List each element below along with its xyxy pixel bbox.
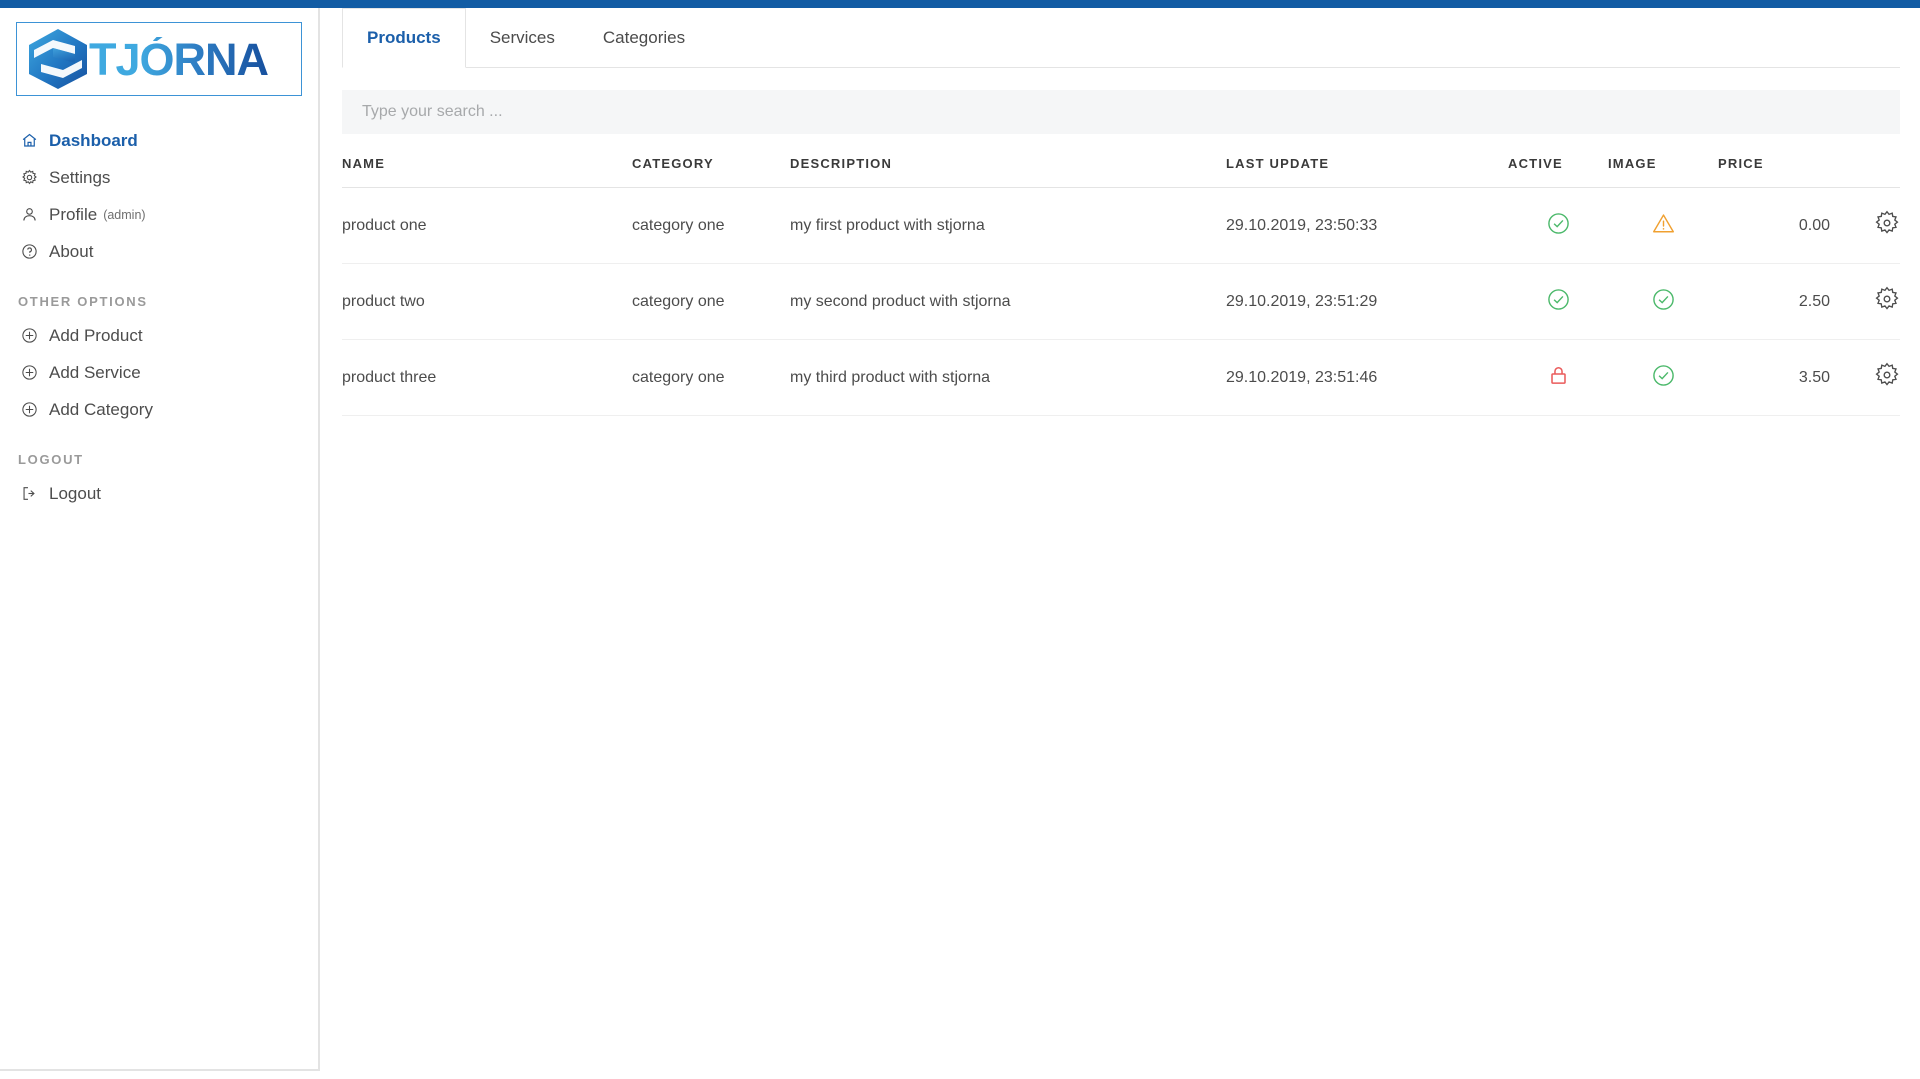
cell-category: category one — [632, 339, 790, 416]
sidebar-item-add-service[interactable]: Add Service — [0, 354, 318, 391]
cell-actions — [1830, 187, 1900, 264]
tab-products[interactable]: Products — [342, 8, 466, 68]
app-logo[interactable]: TJÓRNA — [16, 22, 302, 96]
top-accent-bar — [0, 0, 1920, 8]
sidebar-item-label: Profile — [49, 204, 98, 224]
cell-price: 0.00 — [1718, 187, 1830, 264]
sidebar-item-settings[interactable]: Settings — [0, 159, 318, 196]
stjorna-hexagon-logo-icon — [23, 27, 93, 91]
sidebar-item-profile-role: (admin) — [103, 207, 146, 222]
column-header-name[interactable]: NAME — [342, 156, 632, 188]
sidebar-nav: Dashboard Settings Profile (admin) About… — [0, 122, 318, 512]
column-header-description[interactable]: DESCRIPTION — [790, 156, 1226, 188]
home-icon — [18, 131, 40, 151]
plus-circle-icon — [18, 363, 40, 383]
cell-image — [1608, 339, 1718, 416]
cell-last-update: 29.10.2019, 23:51:46 — [1226, 339, 1508, 416]
sidebar-item-label: Settings — [49, 167, 111, 187]
cell-image — [1608, 263, 1718, 340]
sidebar-item-add-category[interactable]: Add Category — [0, 391, 318, 428]
search-bar — [322, 68, 1920, 134]
tab-categories[interactable]: Categories — [579, 8, 709, 68]
column-header-image[interactable]: IMAGE — [1608, 156, 1718, 188]
row-settings-button[interactable] — [1874, 362, 1900, 388]
tab-services[interactable]: Services — [466, 8, 579, 68]
cell-name: product two — [342, 263, 632, 340]
cell-last-update: 29.10.2019, 23:50:33 — [1226, 187, 1508, 264]
row-settings-button[interactable] — [1874, 210, 1900, 236]
cell-category: category one — [632, 187, 790, 264]
question-circle-icon — [18, 242, 40, 262]
sidebar-item-label: Logout — [49, 483, 101, 503]
cell-image — [1608, 187, 1718, 264]
sidebar-item-label: Add Category — [49, 399, 153, 419]
products-table: NAME CATEGORY DESCRIPTION LAST UPDATE AC… — [342, 156, 1900, 416]
column-header-last-update[interactable]: LAST UPDATE — [1226, 156, 1508, 188]
column-header-actions — [1830, 156, 1900, 188]
products-table-container: NAME CATEGORY DESCRIPTION LAST UPDATE AC… — [322, 134, 1920, 416]
cell-active — [1508, 339, 1608, 416]
sign-out-icon — [18, 484, 40, 504]
cell-actions — [1830, 339, 1900, 416]
user-icon — [18, 205, 40, 225]
plus-circle-icon — [18, 400, 40, 420]
sidebar-item-label: Add Service — [49, 362, 141, 382]
check-circle-icon — [1547, 212, 1570, 235]
sidebar-item-label: Add Product — [49, 325, 143, 345]
gear-icon — [18, 168, 40, 188]
sidebar-item-logout[interactable]: Logout — [0, 475, 318, 512]
warning-triangle-icon — [1652, 212, 1675, 235]
plus-circle-icon — [18, 326, 40, 346]
column-header-active[interactable]: ACTIVE — [1508, 156, 1608, 188]
lock-icon — [1548, 364, 1569, 387]
check-circle-icon — [1652, 364, 1675, 387]
table-row[interactable]: product two category one my second produ… — [342, 263, 1900, 340]
cell-active — [1508, 263, 1608, 340]
cell-name: product one — [342, 187, 632, 264]
sidebar-section-logout: LOGOUT — [18, 452, 84, 467]
cell-description: my third product with stjorna — [790, 339, 1226, 416]
cell-category: category one — [632, 263, 790, 340]
tab-bar: Products Services Categories — [322, 8, 1920, 68]
column-header-category[interactable]: CATEGORY — [632, 156, 790, 188]
sidebar: TJÓRNA Dashboard Settings Profile (admin… — [0, 8, 320, 1071]
app-logo-text: TJÓRNA — [89, 33, 269, 85]
sidebar-item-add-product[interactable]: Add Product — [0, 317, 318, 354]
search-input[interactable] — [342, 90, 1900, 134]
cell-price: 3.50 — [1718, 339, 1830, 416]
sidebar-item-dashboard[interactable]: Dashboard — [0, 122, 318, 159]
table-header-row: NAME CATEGORY DESCRIPTION LAST UPDATE AC… — [342, 156, 1900, 188]
check-circle-icon — [1652, 288, 1675, 311]
table-row[interactable]: product three category one my third prod… — [342, 339, 1900, 416]
cell-actions — [1830, 263, 1900, 340]
table-head: NAME CATEGORY DESCRIPTION LAST UPDATE AC… — [342, 156, 1900, 188]
cell-name: product three — [342, 339, 632, 416]
table-row[interactable]: product one category one my first produc… — [342, 187, 1900, 264]
main-content: Products Services Categories NAME CATEGO… — [322, 8, 1920, 1079]
sidebar-section-other-options: OTHER OPTIONS — [18, 294, 148, 309]
sidebar-item-about[interactable]: About — [0, 233, 318, 270]
column-header-price[interactable]: PRICE — [1718, 156, 1830, 188]
row-settings-button[interactable] — [1874, 286, 1900, 312]
sidebar-item-label: About — [49, 241, 94, 261]
table-body: product one category one my first produc… — [342, 187, 1900, 416]
cell-description: my second product with stjorna — [790, 263, 1226, 340]
cell-price: 2.50 — [1718, 263, 1830, 340]
sidebar-item-profile[interactable]: Profile (admin) — [0, 196, 318, 233]
cell-description: my first product with stjorna — [790, 187, 1226, 264]
cell-active — [1508, 187, 1608, 264]
cell-last-update: 29.10.2019, 23:51:29 — [1226, 263, 1508, 340]
sidebar-item-label: Dashboard — [49, 130, 138, 150]
check-circle-icon — [1547, 288, 1570, 311]
